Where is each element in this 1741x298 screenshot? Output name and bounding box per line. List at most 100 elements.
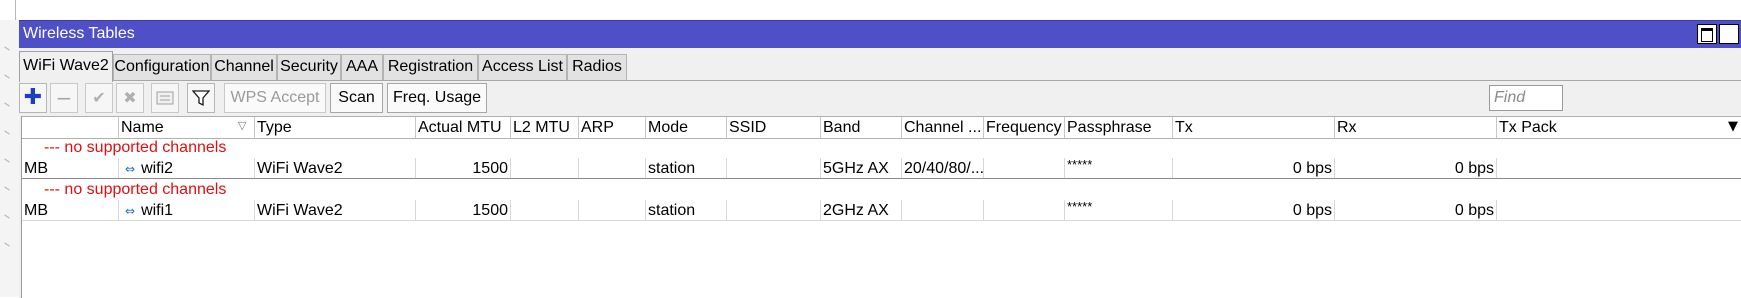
column-header-l2-mtu[interactable]: L2 MTU xyxy=(510,117,578,138)
passphrase-mask: ***** xyxy=(1067,158,1093,172)
disable-button[interactable]: ✖ xyxy=(116,83,144,113)
column-header-mode[interactable]: Mode xyxy=(645,117,726,138)
table-row[interactable]: MB ⇔ wifi1 WiFi Wave2 1500 station 2GHz A… xyxy=(22,200,1741,221)
sort-indicator-icon: ▽ xyxy=(238,119,247,132)
cell-mode: station xyxy=(645,200,726,221)
comment-row[interactable]: --- no supported channels xyxy=(22,179,1741,200)
tab-access-list[interactable]: Access List xyxy=(478,54,567,80)
interfaces-table: Name ▽ Type Actual MTU L2 MTU ARP Mode S… xyxy=(21,116,1741,298)
tab-aaa[interactable]: AAA xyxy=(341,54,383,80)
cell-passphrase: ***** xyxy=(1064,158,1172,179)
cell-tx: 0 bps xyxy=(1172,158,1334,179)
column-header-band[interactable]: Band xyxy=(820,117,901,138)
cell-rx: 0 bps xyxy=(1334,200,1496,221)
tabs-baseline xyxy=(19,80,1741,81)
comment-button[interactable] xyxy=(151,83,179,113)
column-header-name[interactable]: Name xyxy=(118,117,254,138)
freq-usage-button[interactable]: Freq. Usage xyxy=(387,83,487,113)
find-input[interactable]: Find xyxy=(1489,85,1563,111)
tab-registration[interactable]: Registration xyxy=(383,54,478,80)
cell-name: ⇔ wifi2 xyxy=(118,158,254,179)
cell-ssid xyxy=(726,200,820,221)
window-titlebar[interactable]: Wireless Tables ✕ xyxy=(19,21,1741,48)
interface-icon: ⇔ xyxy=(125,162,136,176)
comment-row[interactable]: --- no supported channels xyxy=(22,137,1741,158)
cell-type: WiFi Wave2 xyxy=(254,158,415,179)
column-header-channel[interactable]: Channel ... xyxy=(901,117,983,138)
disable-icon: ✖ xyxy=(123,88,137,107)
remove-button[interactable]: − xyxy=(50,83,78,113)
column-header-ssid[interactable]: SSID xyxy=(726,117,820,138)
cell-actual-mtu: 1500 xyxy=(415,200,510,221)
comment-text: --- no supported channels xyxy=(44,139,227,156)
gutter-mark xyxy=(4,74,10,79)
cell-flags: MB xyxy=(22,200,118,221)
tab-channel[interactable]: Channel xyxy=(211,54,277,80)
toolbar: ✚ − ✔ ✖ WPS Accept Scan Freq. Usage Find xyxy=(19,83,1741,113)
window-title: Wireless Tables xyxy=(23,25,135,42)
enable-button[interactable]: ✔ xyxy=(85,83,113,113)
table-header: Name ▽ Type Actual MTU L2 MTU ARP Mode S… xyxy=(22,116,1741,139)
column-header-passphrase[interactable]: Passphrase xyxy=(1064,117,1172,138)
gutter-mark xyxy=(4,102,10,107)
add-icon: ✚ xyxy=(23,85,43,110)
cell-channel xyxy=(901,200,983,221)
tab-wifi-wave2[interactable]: WiFi Wave2 xyxy=(19,51,113,82)
cell-tx: 0 bps xyxy=(1172,200,1334,221)
cell-name: ⇔ wifi1 xyxy=(118,200,254,221)
wireless-tables-window: Wireless Tables ✕ WiFi Wave2 Configurati… xyxy=(19,20,1741,298)
remove-icon: − xyxy=(55,86,73,110)
interface-icon: ⇔ xyxy=(125,204,136,218)
column-header-frequency[interactable]: Frequency xyxy=(983,117,1064,138)
gutter-mark xyxy=(4,242,10,247)
cell-arp xyxy=(578,158,645,179)
column-header-tx[interactable]: Tx xyxy=(1172,117,1334,138)
tab-radios[interactable]: Radios xyxy=(567,54,627,80)
cell-arp xyxy=(578,200,645,221)
tab-configuration[interactable]: Configuration xyxy=(113,54,211,80)
column-menu-icon[interactable]: ▼ xyxy=(1728,117,1741,138)
cell-band: 2GHz AX xyxy=(820,200,901,221)
comment-icon xyxy=(152,84,178,112)
top-strip xyxy=(0,0,1741,20)
cell-name-text: wifi2 xyxy=(141,160,174,177)
add-button[interactable]: ✚ xyxy=(19,83,47,113)
table-row[interactable]: MB ⇔ wifi2 WiFi Wave2 1500 station 5GHz A… xyxy=(22,158,1741,179)
cell-channel: 20/40/80/... xyxy=(901,158,983,179)
passphrase-mask: ***** xyxy=(1067,200,1093,214)
top-divider xyxy=(15,0,16,20)
cell-tx-pack xyxy=(1496,158,1741,179)
filter-button[interactable] xyxy=(187,83,215,113)
column-header-flags[interactable] xyxy=(22,117,118,138)
maximize-icon[interactable] xyxy=(1697,24,1717,44)
wps-accept-button[interactable]: WPS Accept xyxy=(224,83,326,113)
cell-name-text: wifi1 xyxy=(141,202,174,219)
cell-flags: MB xyxy=(22,158,118,179)
cell-passphrase: ***** xyxy=(1064,200,1172,221)
column-header-type[interactable]: Type xyxy=(254,117,415,138)
left-gutter xyxy=(0,20,20,297)
close-icon[interactable]: ✕ xyxy=(1719,24,1739,44)
gutter-mark xyxy=(4,130,10,135)
comment-text: --- no supported channels xyxy=(44,181,227,198)
gutter-mark xyxy=(4,214,10,219)
cell-mode: station xyxy=(645,158,726,179)
column-header-actual-mtu[interactable]: Actual MTU xyxy=(415,117,510,138)
cell-actual-mtu: 1500 xyxy=(415,158,510,179)
column-header-arp[interactable]: ARP xyxy=(578,117,645,138)
filter-icon xyxy=(188,84,214,112)
gutter-mark xyxy=(4,186,10,191)
column-header-rx[interactable]: Rx xyxy=(1334,117,1496,138)
cell-l2-mtu xyxy=(510,200,578,221)
cell-type: WiFi Wave2 xyxy=(254,200,415,221)
tab-bar: WiFi Wave2 Configuration Channel Securit… xyxy=(19,51,1741,82)
gutter-mark xyxy=(4,46,10,51)
scan-button[interactable]: Scan xyxy=(330,83,383,113)
enable-icon: ✔ xyxy=(92,88,106,107)
column-header-tx-pack[interactable]: Tx Pack xyxy=(1496,117,1728,138)
cell-l2-mtu xyxy=(510,158,578,179)
cell-frequency xyxy=(983,200,1064,221)
tab-security[interactable]: Security xyxy=(277,54,341,80)
cell-ssid xyxy=(726,158,820,179)
cell-frequency xyxy=(983,158,1064,179)
